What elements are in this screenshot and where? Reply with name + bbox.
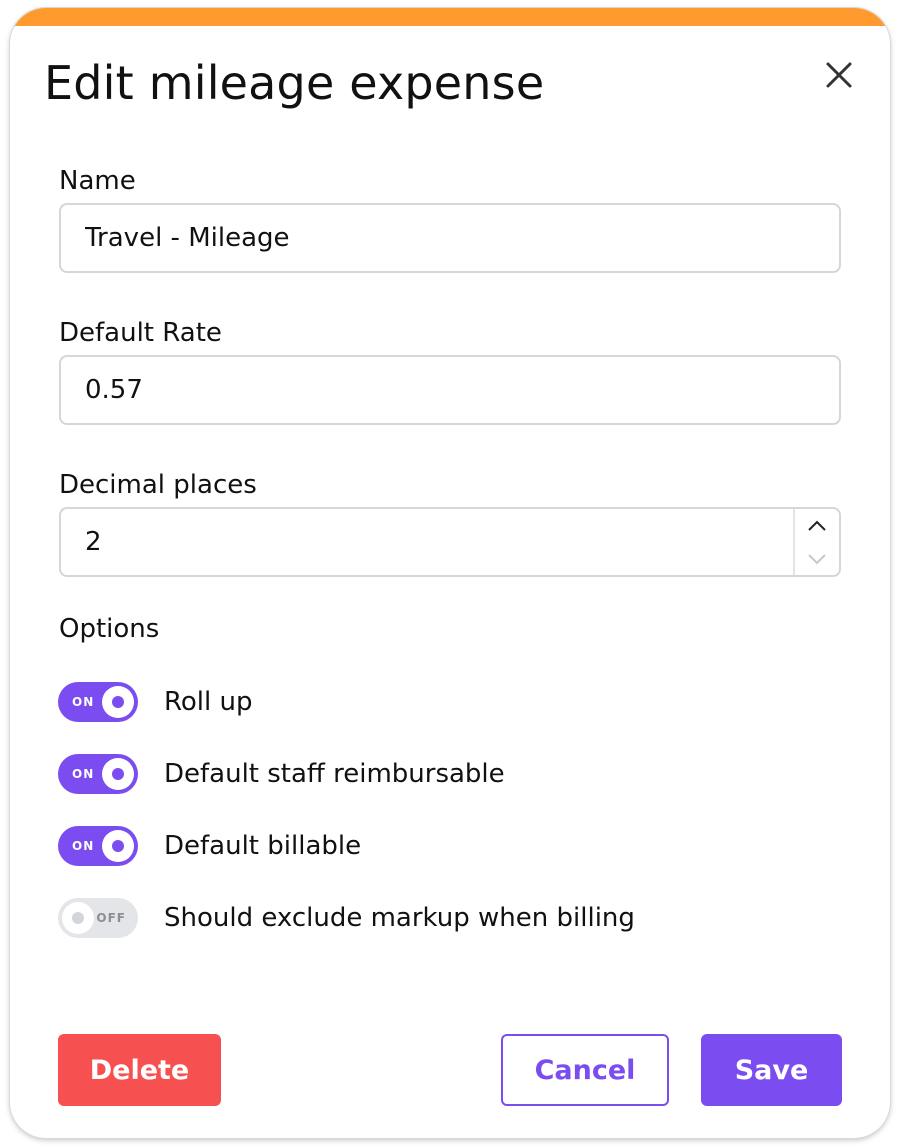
options-heading: Options bbox=[59, 614, 160, 644]
option-roll-up: ON Roll up bbox=[58, 682, 253, 722]
option-label: Roll up bbox=[164, 687, 253, 717]
roll-up-toggle[interactable]: ON bbox=[58, 682, 138, 722]
toggle-state-label: ON bbox=[72, 695, 95, 709]
name-label: Name bbox=[59, 166, 136, 196]
chevron-up-icon bbox=[808, 520, 826, 531]
save-button[interactable]: Save bbox=[701, 1034, 842, 1106]
default-rate-label: Default Rate bbox=[59, 318, 222, 348]
toggle-knob bbox=[102, 686, 134, 718]
default-rate-input[interactable] bbox=[59, 355, 841, 425]
toggle-state-label: ON bbox=[72, 767, 95, 781]
default-staff-reimbursable-toggle[interactable]: ON bbox=[58, 754, 138, 794]
accent-bar bbox=[10, 8, 890, 26]
increment-button[interactable] bbox=[795, 509, 839, 542]
delete-button[interactable]: Delete bbox=[58, 1034, 221, 1106]
close-button[interactable] bbox=[822, 58, 856, 92]
dialog-title: Edit mileage expense bbox=[44, 56, 545, 110]
stepper-buttons bbox=[793, 509, 839, 575]
option-exclude-markup: OFF Should exclude markup when billing bbox=[58, 898, 635, 938]
toggle-knob bbox=[102, 758, 134, 790]
option-label: Default staff reimbursable bbox=[164, 759, 505, 789]
decimal-places-stepper bbox=[59, 507, 841, 577]
option-label: Default billable bbox=[164, 831, 362, 861]
default-billable-toggle[interactable]: ON bbox=[58, 826, 138, 866]
close-icon bbox=[826, 62, 852, 88]
cancel-button[interactable]: Cancel bbox=[501, 1034, 669, 1106]
chevron-down-icon bbox=[808, 553, 826, 564]
toggle-state-label: OFF bbox=[96, 911, 126, 925]
name-input[interactable] bbox=[59, 203, 841, 273]
decimal-places-label: Decimal places bbox=[59, 470, 257, 500]
edit-mileage-expense-dialog: Edit mileage expense Name Default Rate D… bbox=[10, 8, 890, 1138]
decrement-button[interactable] bbox=[795, 542, 839, 575]
option-default-billable: ON Default billable bbox=[58, 826, 361, 866]
option-label: Should exclude markup when billing bbox=[164, 903, 635, 933]
decimal-places-input[interactable] bbox=[59, 507, 841, 577]
toggle-knob bbox=[62, 902, 94, 934]
toggle-state-label: ON bbox=[72, 839, 95, 853]
toggle-knob bbox=[102, 830, 134, 862]
exclude-markup-toggle[interactable]: OFF bbox=[58, 898, 138, 938]
option-default-staff-reimbursable: ON Default staff reimbursable bbox=[58, 754, 505, 794]
